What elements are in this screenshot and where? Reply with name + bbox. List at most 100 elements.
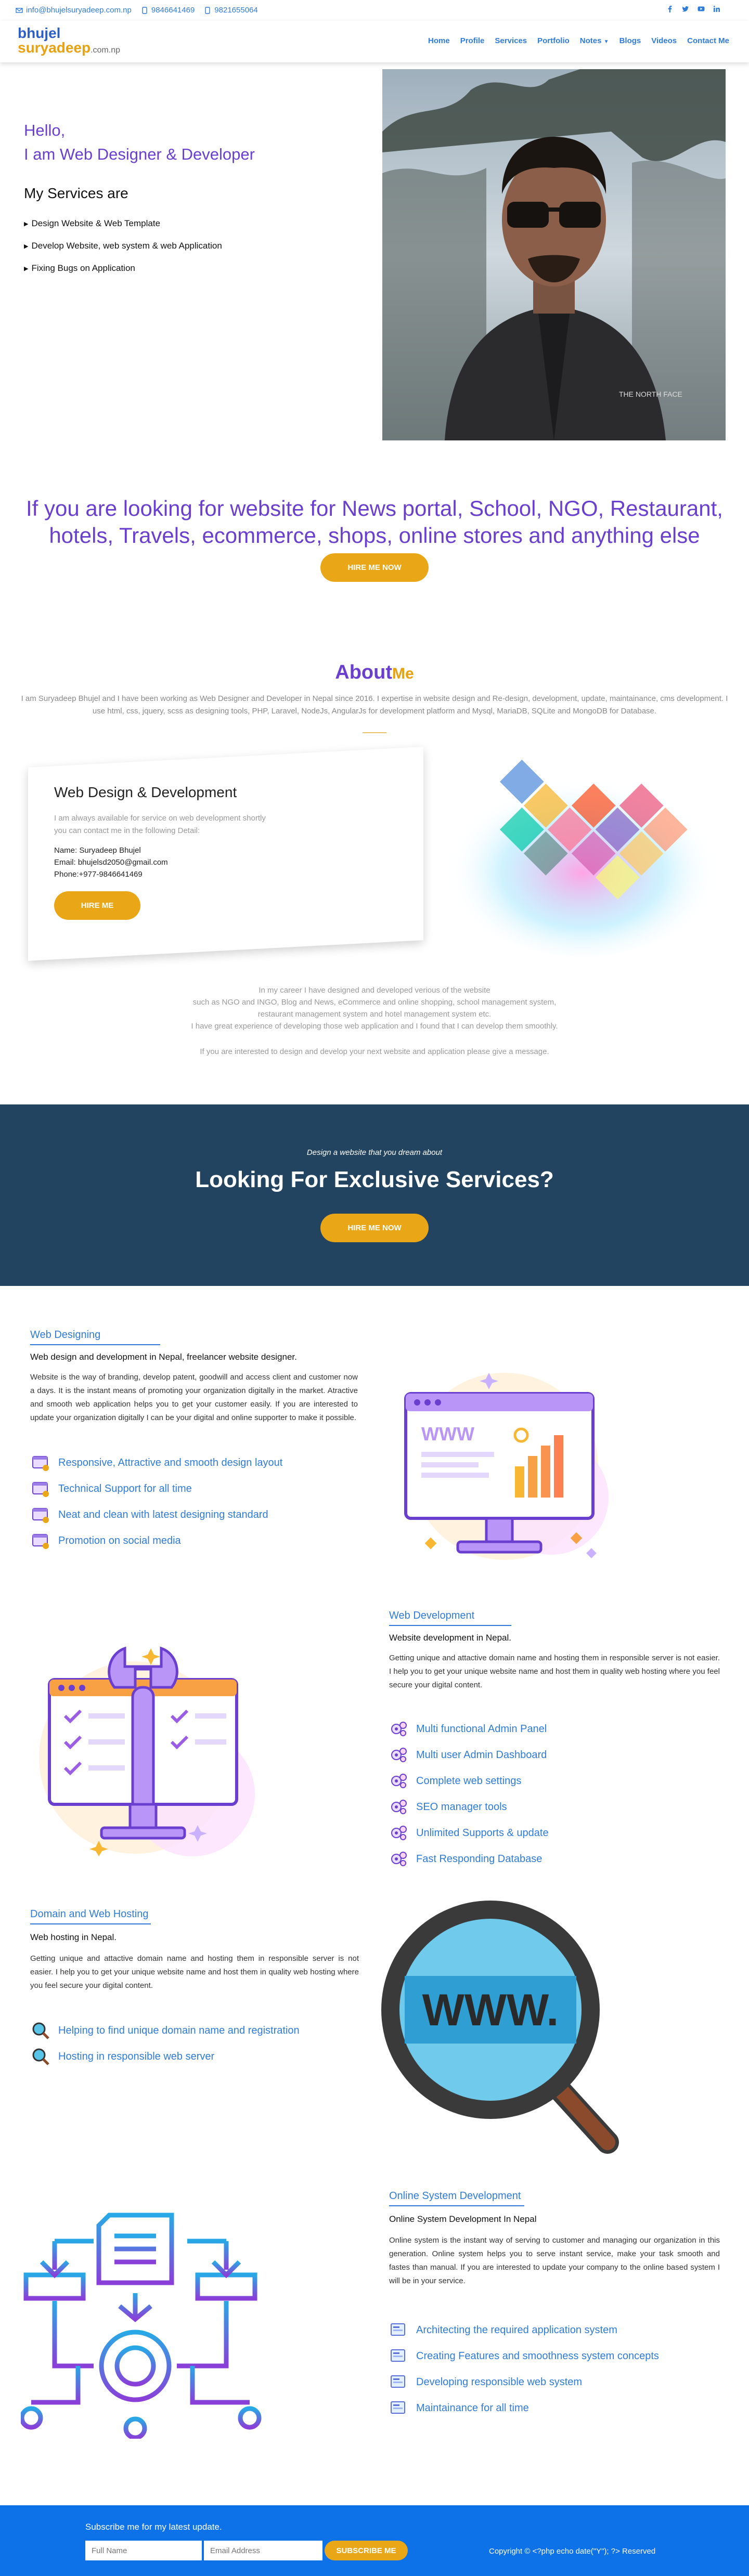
email-input[interactable]: [204, 2541, 322, 2560]
card-title: Web Design & Development: [54, 784, 237, 800]
gear-icon: [391, 1748, 407, 1762]
feature-label: Architecting the required application sy…: [416, 2324, 617, 2336]
feature-label: Creating Features and smoothness system …: [416, 2350, 659, 2362]
career-line3: restaurant management system and hotel m…: [257, 1010, 492, 1019]
gear-icon: [391, 1826, 407, 1840]
card-sub: I am always available for service on web…: [54, 814, 266, 835]
nav-contact[interactable]: Contact Me: [687, 36, 729, 45]
hire-me-now-button[interactable]: HIRE ME NOW: [320, 553, 429, 582]
list-item: Fast Responding Database: [389, 1846, 549, 1872]
email-text: info@bhujelsuryadeep.com.np: [26, 6, 132, 15]
fullname-input[interactable]: [85, 2541, 202, 2560]
system-icon: [391, 2323, 405, 2336]
list-item: Multi functional Admin Panel: [389, 1716, 549, 1742]
hero-services-heading: My Services are: [24, 185, 128, 201]
gear-icon: [391, 1852, 407, 1866]
phone-icon: [205, 6, 210, 14]
svg-text:THE NORTH FACE: THE NORTH FACE: [619, 390, 682, 398]
system-icon: [391, 2401, 405, 2414]
profile-photo: THE NORTH FACE: [382, 69, 726, 440]
list-item: Promotion on social media: [31, 1528, 282, 1554]
logo-line1: bhujel: [18, 25, 61, 41]
nav-videos[interactable]: Videos: [651, 36, 677, 45]
facebook-icon[interactable]: [666, 5, 674, 12]
www-magnifier-illustration: WWW.: [379, 1898, 628, 2158]
feature-label: Technical Support for all time: [58, 1482, 192, 1494]
phone-text-1: 9846641469: [151, 6, 195, 15]
gear-icon: [391, 1722, 407, 1736]
nav-portfolio[interactable]: Portfolio: [537, 36, 570, 45]
list-item: Complete web settings: [389, 1768, 549, 1794]
wrench-dashboard-illustration: [16, 1638, 270, 1856]
hire-me-button[interactable]: HIRE ME: [54, 891, 140, 920]
feature-label: Helping to find unique domain name and r…: [58, 2024, 300, 2036]
feature-label: Multi user Admin Dashboard: [416, 1749, 547, 1761]
banner-heading: Looking For Exclusive Services?: [195, 1167, 554, 1192]
feature-label: Fast Responding Database: [416, 1853, 543, 1865]
web-designing-features: Responsive, Attractive and smooth design…: [31, 1450, 282, 1554]
feature-label: Unlimited Supports & update: [416, 1827, 549, 1839]
web-designing-body: Website is the way of branding, develop …: [30, 1373, 358, 1422]
nav-home[interactable]: Home: [428, 36, 450, 45]
web-development-title: Web Development: [389, 1610, 511, 1626]
phone-icon: [142, 6, 147, 14]
nav-profile[interactable]: Profile: [460, 36, 485, 45]
list-item: Fixing Bugs on Application: [24, 263, 222, 285]
site-footer: Subscribe me for my latest update. SUBSC…: [0, 2505, 749, 2576]
site-header: bhujel suryadeep.com.np Home Profile Ser…: [0, 21, 749, 62]
nav-blogs[interactable]: Blogs: [619, 36, 641, 45]
main-nav: Home Profile Services Portfolio Notes ▼ …: [428, 36, 729, 45]
list-item: Unlimited Supports & update: [389, 1820, 549, 1846]
email-link[interactable]: info@bhujelsuryadeep.com.np: [16, 6, 132, 15]
online-system-title: Online System Development: [389, 2190, 524, 2206]
about-title: About: [335, 661, 393, 683]
phone-link-1[interactable]: 9846641469: [141, 6, 195, 15]
phone-link-2[interactable]: 9821655064: [204, 6, 258, 15]
list-item: Helping to find unique domain name and r…: [31, 2018, 300, 2044]
hosting-title: Domain and Web Hosting: [30, 1908, 151, 1924]
card-name: Name: Suryadeep Bhujel: [54, 846, 141, 855]
about-divider: [363, 732, 386, 733]
hero-hello: Hello,: [24, 121, 66, 139]
social-links: [666, 5, 720, 12]
linkedin-icon[interactable]: [713, 5, 720, 12]
hosting-body: Getting unique and attactive domain name…: [30, 1954, 359, 1990]
nav-notes[interactable]: Notes ▼: [580, 36, 609, 45]
subscribe-button[interactable]: SUBSCRIBE ME: [325, 2541, 408, 2560]
logo-suffix: .com.np: [91, 46, 120, 55]
list-item: Architecting the required application sy…: [389, 2317, 659, 2343]
contact-info: info@bhujelsuryadeep.com.np 9846641469 9…: [16, 6, 258, 15]
feature-label: Hosting in responsible web server: [58, 2050, 215, 2062]
system-icon: [391, 2349, 405, 2362]
banner-hire-button[interactable]: HIRE ME NOW: [320, 1214, 429, 1242]
feature-label: Responsive, Attractive and smooth design…: [58, 1456, 283, 1468]
twitter-icon[interactable]: [682, 5, 689, 12]
gear-icon: [391, 1774, 407, 1788]
feature-label: Developing responsible web system: [416, 2376, 583, 2388]
web-development-sub: Website development in Nepal.: [389, 1633, 511, 1643]
nav-services[interactable]: Services: [495, 36, 527, 45]
career-line1: In my career I have designed and develop…: [259, 986, 490, 995]
magnifier-icon: [32, 2022, 49, 2039]
colorful-art: [442, 738, 723, 967]
hosting-sub: Web hosting in Nepal.: [30, 1932, 117, 1942]
phone-text-2: 9821655064: [214, 6, 258, 15]
youtube-icon[interactable]: [698, 5, 705, 12]
browser-icon: [32, 1456, 49, 1471]
list-item: SEO manager tools: [389, 1794, 549, 1820]
career-cta: If you are interested to design and deve…: [200, 1047, 549, 1056]
site-logo[interactable]: bhujel suryadeep.com.np: [18, 26, 120, 55]
career-line4: I have great experience of developing th…: [191, 1022, 558, 1031]
system-architecture-illustration: [19, 2210, 270, 2440]
card-phone: Phone:+977-9846641469: [54, 870, 143, 879]
career-text: In my career I have designed and develop…: [21, 984, 728, 1032]
list-item: Develop Website, web system & web Applic…: [24, 241, 222, 263]
system-icon: [391, 2375, 405, 2388]
card-email: Email: bhujelsd2050@gmail.com: [54, 858, 168, 867]
web-designing-title: Web Designing: [30, 1329, 160, 1345]
about-heading: AboutMe: [0, 661, 749, 684]
svg-text:WWW: WWW: [421, 1423, 474, 1445]
career-line2: such as NGO and INGO, Blog and News, eCo…: [192, 998, 557, 1007]
feature-label: Complete web settings: [416, 1775, 522, 1787]
list-item: Creating Features and smoothness system …: [389, 2343, 659, 2369]
